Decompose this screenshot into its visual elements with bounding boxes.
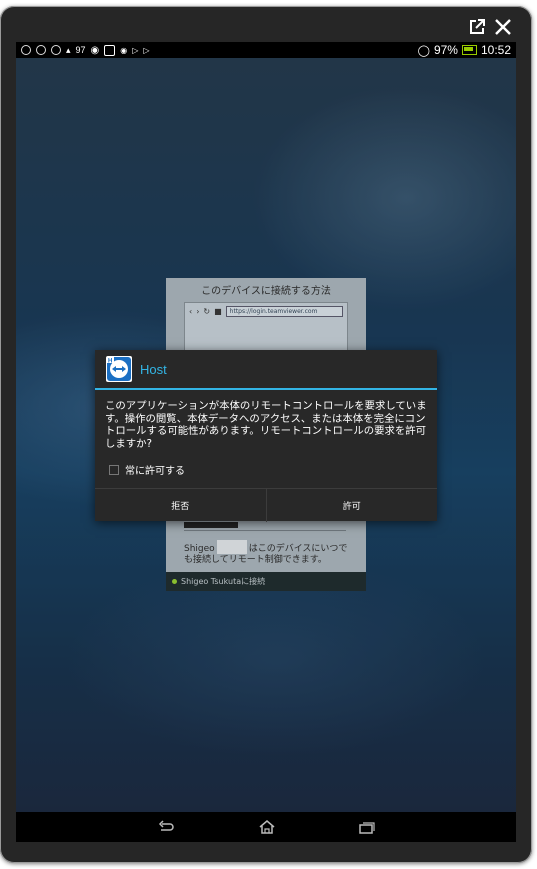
play-store-icon: ▷ (143, 45, 150, 55)
battery-percent: 97% (433, 43, 458, 57)
divider (184, 530, 346, 531)
svg-text:H: H (108, 359, 112, 365)
teamviewer-icon: H (106, 356, 132, 382)
device-frame: ▴ 97 ◉ ◉ ▷ ▷ ◯ 97% 10:52 このデバイスに接続する方法 ‹ (0, 6, 532, 863)
notification-icons: ▴ 97 ◉ ◉ ▷ ▷ (16, 44, 150, 56)
card-button (184, 522, 238, 528)
card-description: Shigeo はこのデバイスにいつで も接続してリモート制御できます。 (184, 540, 352, 566)
recent-apps-icon[interactable] (357, 818, 377, 836)
system-status: ◯ 97% 10:52 (418, 42, 511, 58)
device-screen: ▴ 97 ◉ ◉ ▷ ▷ ◯ 97% 10:52 このデバイスに接続する方法 ‹ (16, 42, 516, 842)
always-allow-checkbox[interactable]: 常に許可する (109, 462, 185, 477)
play-icon: ▷ (132, 45, 139, 55)
close-icon[interactable] (494, 18, 512, 36)
card-title: このデバイスに接続する方法 (201, 286, 331, 297)
home-icon[interactable] (257, 818, 277, 836)
back-icon[interactable] (156, 818, 176, 836)
url-bar: https://login.teamviewer.com (225, 306, 343, 317)
navigation-bar (16, 812, 516, 842)
clock: 10:52 (480, 43, 511, 57)
wifi-icon: ◯ (417, 44, 430, 57)
refresh-icon: ↻ (203, 307, 211, 316)
notification-icon (36, 45, 46, 55)
description-line-1: はこのデバイスにいつで (248, 544, 348, 554)
battery-icon (461, 45, 477, 55)
teamviewer-status-icon (104, 44, 116, 56)
notification-icon: ▴ (66, 44, 71, 55)
dialog-title: Host (140, 361, 167, 377)
online-indicator (172, 579, 177, 584)
user-name: Shigeo (184, 544, 215, 554)
checkbox-box[interactable] (109, 464, 119, 475)
checkbox-label: 常に許可する (125, 466, 185, 477)
eye-icon: ◉ (90, 44, 100, 56)
back-arrow-icon: ‹ (189, 307, 193, 316)
window-tools (468, 18, 512, 36)
allow-button[interactable]: 許可 (265, 489, 438, 522)
lock-icon: ■ (214, 307, 222, 316)
notification-icon (21, 45, 31, 55)
forward-arrow-icon: › (196, 307, 200, 316)
dialog-message: このアプリケーションが本体のリモートコントロールを要求しています。操作の閲覧、本… (105, 400, 427, 450)
deny-button[interactable]: 拒否 (95, 489, 266, 522)
title-divider (95, 388, 437, 390)
dialog-buttons: 拒否 許可 (95, 488, 437, 522)
remote-control-permission-dialog: H Host このアプリケーションが本体のリモートコントロールを要求しています。… (95, 350, 437, 522)
status-bar: ▴ 97 ◉ ◉ ▷ ▷ ◯ 97% 10:52 (16, 42, 516, 58)
open-external-icon[interactable] (468, 18, 486, 36)
browser-toolbar: ‹ › ↻ ■ https://login.teamviewer.com (185, 303, 347, 320)
dialog-header: H Host (95, 350, 437, 388)
description-line-2: も接続してリモート制御できます。 (184, 555, 327, 565)
connection-status-bar: Shigeo Tsukutaに接続 (166, 572, 366, 591)
connection-status: Shigeo Tsukutaに接続 (181, 577, 266, 586)
status-text: 97 (75, 45, 86, 55)
redacted-area (216, 540, 247, 554)
notification-icon (51, 45, 61, 55)
notification-icon: ◉ (120, 45, 128, 55)
